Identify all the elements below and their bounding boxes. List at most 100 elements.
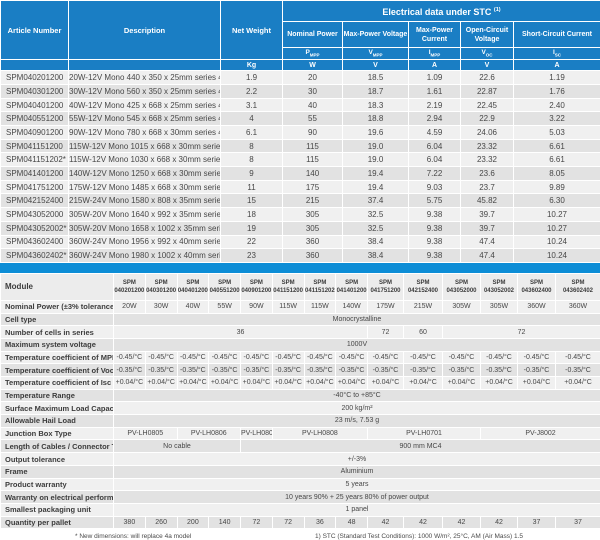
module-row: SPM043052000305W-20V Mono 1640 x 992 x 3…	[1, 208, 600, 222]
pmpp-cell: 360	[283, 249, 343, 263]
spec-value-cell: +0.04/°C	[368, 377, 404, 390]
module-row: SPM041401200140W-12V Mono 1250 x 668 x 3…	[1, 167, 600, 181]
spec-row-label: Junction Box Type	[1, 427, 114, 440]
module-prefix: SPM	[209, 279, 240, 287]
article-number-cell: SPM043052000	[1, 208, 69, 222]
pmpp-cell: 360	[283, 235, 343, 249]
spec-row-label: Temperature coefficient of Voc (%)	[1, 364, 114, 377]
spec-row: Surface Maximum Load Capacity200 kg/m²	[1, 402, 600, 415]
max-power-current-header: Max-Power Current	[409, 22, 461, 48]
vmpp-cell: 32.5	[343, 221, 409, 235]
electrical-table-body: SPM04020120020W-12V Mono 440 x 350 x 25m…	[1, 71, 600, 263]
description-unit-cell	[69, 60, 221, 71]
spec-row: Temperature coefficient of MPP (%)-0.45/…	[1, 351, 600, 364]
net-weight-cell: 8	[221, 139, 283, 153]
pmpp-cell: 115	[283, 139, 343, 153]
spec-value-cell: PV-J8002	[481, 427, 600, 440]
impp-cell: 5.75	[409, 194, 461, 208]
isc-cell: 10.27	[514, 221, 600, 235]
vmpp-cell: 19.0	[343, 153, 409, 167]
vmpp-cell: 19.4	[343, 167, 409, 181]
spec-value-cell: PV-LH0805	[114, 427, 178, 440]
impp-cell: 6.04	[409, 139, 461, 153]
description-cell: 305W-20V Mono 1658 x 1002 x 35mm series …	[69, 221, 221, 235]
module-number: 040301200	[146, 287, 177, 295]
description-cell: 175W-12V Mono 1485 x 668 x 30mm series 4…	[69, 180, 221, 194]
spec-value-cell: -0.35/°C	[556, 364, 600, 377]
spec-row-label: Surface Maximum Load Capacity	[1, 402, 114, 415]
module-row: SPM04090120090W-12V Mono 780 x 668 x 30m…	[1, 126, 600, 140]
module-prefix: SPM	[114, 279, 145, 287]
impp-cell: 9.38	[409, 221, 461, 235]
article-number-cell: SPM043052002*	[1, 221, 69, 235]
vmpp-cell: 18.5	[343, 71, 409, 85]
vmpp-cell: 19.0	[343, 139, 409, 153]
spec-value-cell: Monocrystalline	[114, 313, 600, 326]
module-number: 040201200	[114, 287, 145, 295]
spec-value-cell: 36	[304, 516, 336, 529]
spec-row-label: Cell type	[1, 313, 114, 326]
isc-symbol: ISC	[514, 48, 600, 60]
impp-cell: 9.38	[409, 235, 461, 249]
module-prefix: SPM	[241, 279, 272, 287]
spec-value-cell: 72	[241, 516, 273, 529]
voc-cell: 45.82	[461, 194, 514, 208]
spec-row-label: Length of Cables / Connector Type	[1, 440, 114, 453]
spec-row: Output tolerance+/-3%	[1, 453, 600, 466]
datasheet: Article Number Description Net Weight El…	[0, 0, 600, 540]
voc-cell: 23.7	[461, 180, 514, 194]
spec-value-cell: 37	[518, 516, 556, 529]
voc-cell: 47.4	[461, 235, 514, 249]
voc-cell: 22.45	[461, 98, 514, 112]
spec-value-cell: 72	[443, 326, 600, 339]
vmpp-cell: 18.3	[343, 98, 409, 112]
spec-row-label: Maximum system voltage	[1, 338, 114, 351]
spec-value-cell: 140W	[336, 300, 368, 313]
net-weight-cell: 15	[221, 194, 283, 208]
voc-cell: 39.7	[461, 208, 514, 222]
electrical-group-title: Electrical data under STC	[382, 7, 491, 17]
net-weight-cell: 6.1	[221, 126, 283, 140]
spec-value-cell: +0.04/°C	[336, 377, 368, 390]
impp-symbol: IMPP	[409, 48, 461, 60]
module-header-cell: SPM041151200	[272, 273, 304, 300]
module-number: 043052000	[443, 287, 480, 295]
module-header-cell: SPM040551200	[209, 273, 241, 300]
spec-row: Cell typeMonocrystalline	[1, 313, 600, 326]
voc-cell: 22.6	[461, 71, 514, 85]
spec-value-cell: 175W	[368, 300, 404, 313]
module-number: 040901200	[241, 287, 272, 295]
pmpp-cell: 115	[283, 153, 343, 167]
spec-value-cell: 1000V	[114, 338, 600, 351]
module-number: 041151200	[273, 287, 304, 295]
net-weight-cell: 23	[221, 249, 283, 263]
electrical-table: Article Number Description Net Weight El…	[0, 0, 600, 263]
module-prefix: SPM	[481, 279, 517, 287]
voc-cell: 39.7	[461, 221, 514, 235]
pmpp-cell: 215	[283, 194, 343, 208]
module-prefix: SPM	[556, 279, 600, 287]
spec-value-cell: 20W	[114, 300, 146, 313]
description-cell: 360W-24V Mono 1980 x 1002 x 40mm series …	[69, 249, 221, 263]
spec-value-cell: 42	[481, 516, 518, 529]
spec-value-cell: +0.04/°C	[443, 377, 481, 390]
spec-value-cell: -0.35/°C	[368, 364, 404, 377]
module-prefix: SPM	[146, 279, 177, 287]
net-weight-cell: 3.1	[221, 98, 283, 112]
net-weight-header: Net Weight	[221, 1, 283, 60]
module-number: 042152400	[404, 287, 442, 295]
open-circuit-voltage-header: Open-Circuit Voltage	[461, 22, 514, 48]
description-cell: 115W-12V Mono 1015 x 668 x 30mm series 4…	[69, 139, 221, 153]
net-weight-cell: 4	[221, 112, 283, 126]
description-cell: 115W-12V Mono 1030 x 668 x 30mm series 4…	[69, 153, 221, 167]
pmpp-cell: 305	[283, 208, 343, 222]
vmpp-cell: 19.4	[343, 180, 409, 194]
article-number-cell: SPM043602400	[1, 235, 69, 249]
spec-value-cell: 90W	[241, 300, 273, 313]
module-header-cell: SPM043602402	[556, 273, 600, 300]
spec-row: FrameAluminium	[1, 465, 600, 478]
spec-row: Temperature coefficient of Voc (%) -0.35/…	[1, 364, 600, 377]
description-cell: 55W-12V Mono 545 x 668 x 25mm series 4a	[69, 112, 221, 126]
article-number-header: Article Number	[1, 1, 69, 60]
isc-cell: 2.40	[514, 98, 600, 112]
